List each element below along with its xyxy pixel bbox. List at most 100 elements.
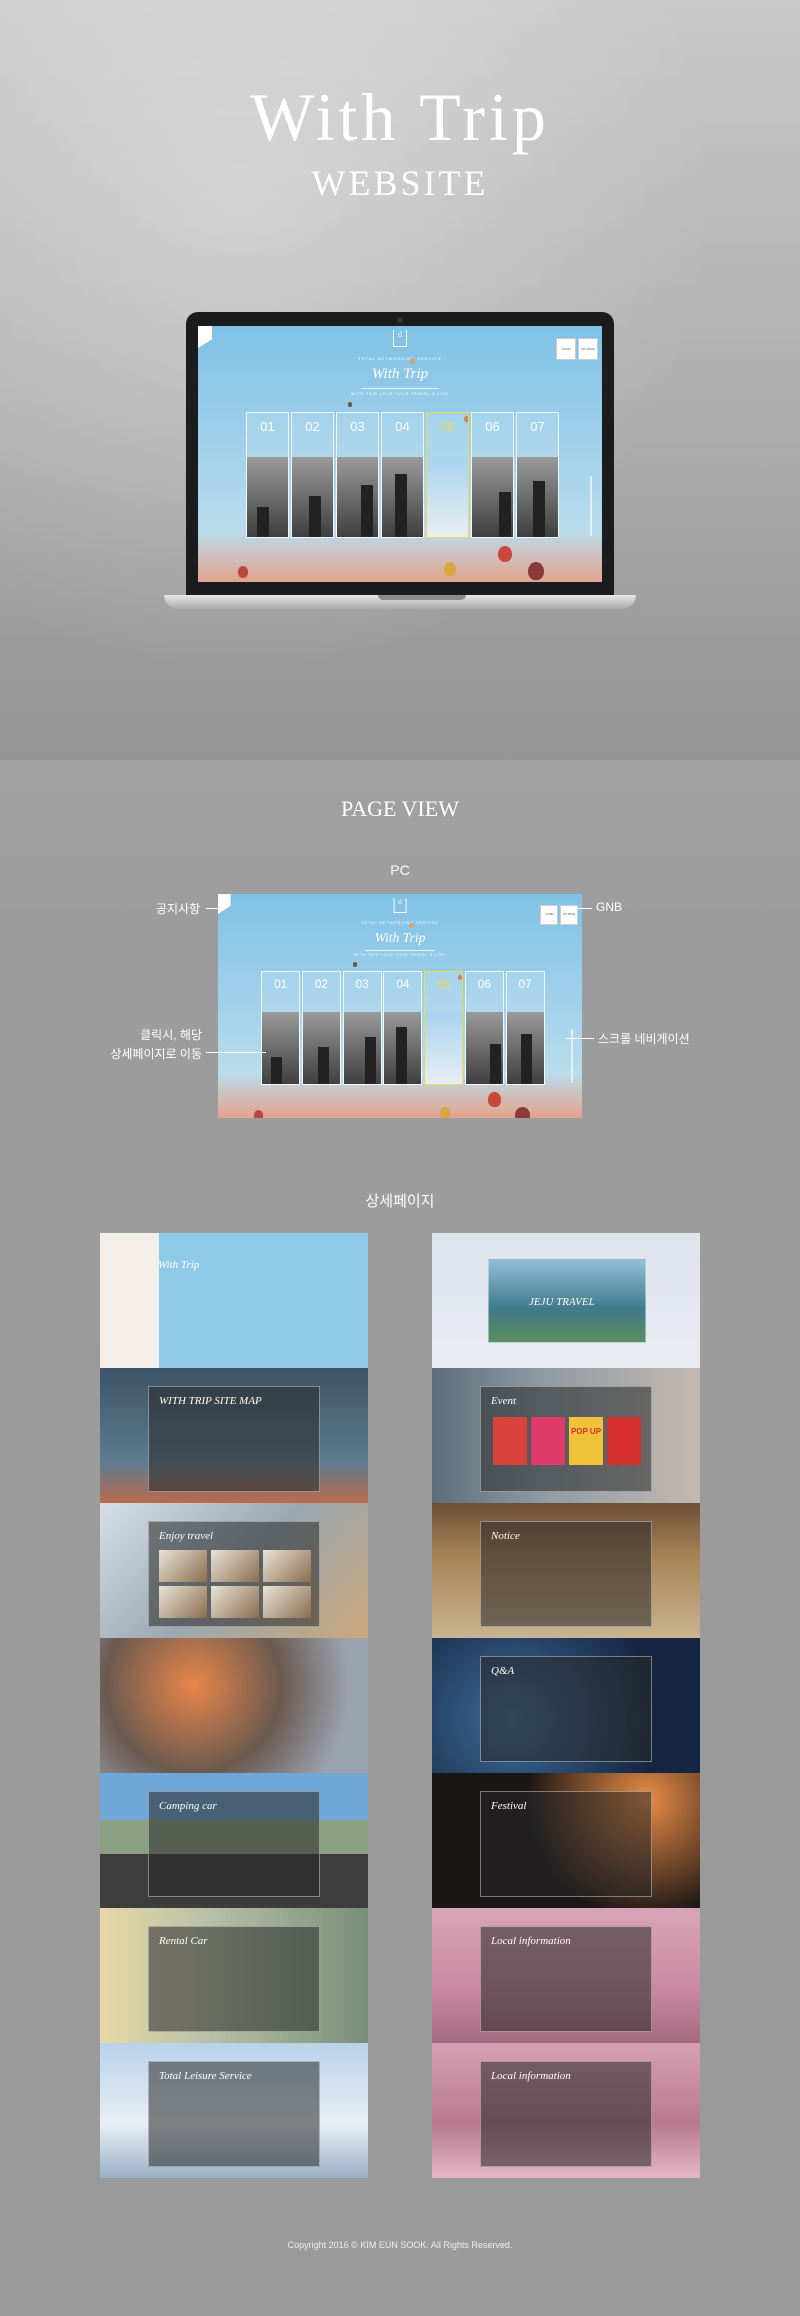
tile-number: 04 [395, 419, 410, 434]
panel-title: With Trip [158, 1259, 200, 1271]
gallery-image[interactable] [211, 1550, 259, 1582]
content-panel: Local information [480, 2061, 652, 2167]
event-card[interactable] [493, 1417, 527, 1465]
category-tiles: 01 02 03 04 05 06 07 [261, 971, 546, 1086]
tile-photo [343, 1012, 381, 1085]
content-panel: Total Leisure Service [148, 2061, 320, 2167]
site-logo-title: With Trip [374, 930, 426, 946]
gallery-image[interactable] [211, 1586, 259, 1618]
tile-photo [465, 1012, 503, 1085]
category-tile[interactable]: 03 [342, 971, 382, 1086]
detail-thumb-qna[interactable]: Q&A [432, 1638, 700, 1773]
panel-title: JEJU TRAVEL [529, 1296, 595, 1308]
category-tile[interactable]: 01 [261, 971, 301, 1086]
category-tiles: 01 02 03 04 05 06 07 [246, 412, 561, 538]
balloon [444, 562, 456, 576]
annotation-line [206, 1052, 266, 1053]
category-tile[interactable]: 04 [383, 971, 423, 1086]
category-tile[interactable]: 02 [301, 971, 341, 1086]
tile-number: 04 [396, 977, 410, 991]
panel-title: Q&A [491, 1665, 515, 1677]
category-tile[interactable]: 06 [471, 412, 514, 538]
category-tile[interactable]: 01 [246, 412, 289, 538]
site-logo[interactable]: ıl [393, 897, 407, 913]
content-panel: Q&A [480, 1656, 652, 1762]
annotation-line [566, 1038, 594, 1039]
annotation-click-2: 상세페이지로 이동 [110, 1047, 202, 1061]
tile-number: 01 [274, 977, 288, 991]
laptop-notch [378, 595, 466, 600]
pc-label: PC [390, 862, 410, 878]
site-logo[interactable]: ıl [393, 330, 407, 347]
content-panel: Event POP UP [480, 1386, 652, 1492]
tile-photo [337, 457, 378, 537]
category-tile[interactable]: 04 [381, 412, 424, 538]
detail-thumb-main-notice[interactable]: With Trip [100, 1233, 368, 1368]
gallery-image[interactable] [263, 1586, 311, 1618]
tile-photo [506, 1012, 544, 1085]
detail-thumb-rental-car[interactable]: Rental Car [100, 1908, 368, 2043]
balloon [410, 358, 415, 364]
tile-photo [425, 1012, 463, 1085]
camera-dot [397, 317, 403, 323]
title-underline [364, 949, 436, 951]
detail-thumb-collage[interactable] [100, 1638, 368, 1773]
panel-title: WITH TRIP SITE MAP [159, 1395, 262, 1407]
detail-thumb-enjoy-travel[interactable]: Enjoy travel [100, 1503, 368, 1638]
content-panel: Camping car [148, 1791, 320, 1897]
category-tile[interactable]: 02 [291, 412, 334, 538]
gallery-image[interactable] [159, 1550, 207, 1582]
balloon [353, 962, 357, 967]
tile-photo [384, 1012, 422, 1085]
event-card[interactable] [531, 1417, 565, 1465]
category-tile[interactable]: 03 [336, 412, 379, 538]
tile-silhouette [499, 492, 511, 537]
notice-tab[interactable] [198, 326, 212, 348]
site-kicker: TOTAL NETWORKING SERVICE [358, 356, 442, 361]
event-card[interactable] [607, 1417, 641, 1465]
category-tile[interactable]: 07 [505, 971, 545, 1086]
panel-title: Notice [491, 1530, 520, 1542]
tile-silhouette [361, 485, 373, 537]
detail-thumb-total-leisure[interactable]: Total Leisure Service [100, 2043, 368, 2178]
content-panel: Festival [480, 1791, 652, 1897]
panel-title: Camping car [159, 1800, 217, 1812]
tile-silhouette [257, 507, 269, 537]
annotation-click-1: 클릭시, 해당 [140, 1028, 202, 1042]
detail-thumb-notice[interactable]: Notice [432, 1503, 700, 1638]
detail-thumb-festival[interactable]: Festival [432, 1773, 700, 1908]
balloon [528, 562, 544, 581]
hero-subtitle: WEBSITE [311, 163, 489, 203]
content-panel: Notice [480, 1521, 652, 1627]
hero-title: With Trip [250, 79, 550, 155]
tile-number: 06 [477, 977, 491, 991]
notice-tab[interactable] [218, 894, 231, 914]
gallery-image[interactable] [159, 1586, 207, 1618]
tile-number: 05 [437, 977, 451, 991]
category-tile[interactable]: 05 [426, 412, 469, 538]
detail-title: 상세페이지 [365, 1193, 435, 1210]
balloon [254, 1110, 264, 1118]
annotation-gnb: GNB [596, 900, 623, 914]
gallery-image[interactable] [263, 1550, 311, 1582]
scroll-navigation[interactable] [590, 476, 592, 536]
category-tile[interactable]: 07 [516, 412, 559, 538]
annotation-line [574, 908, 592, 909]
detail-thumb-camping-car[interactable]: Camping car [100, 1773, 368, 1908]
detail-thumb-jeju[interactable]: JEJU TRAVEL [432, 1233, 700, 1368]
site-tagline: WITH TRIP LOVE YOUR TRAVEL & LIFE [351, 392, 449, 396]
annotation-line [206, 908, 224, 909]
content-panel: WITH TRIP SITE MAP [148, 1386, 320, 1492]
tile-photo [382, 457, 423, 537]
panel-title: Event [491, 1395, 517, 1407]
detail-thumb-event[interactable]: Event POP UP [432, 1368, 700, 1503]
category-tile[interactable]: 06 [464, 971, 504, 1086]
category-tile[interactable]: 05 [424, 971, 464, 1086]
detail-thumb-local-info-map[interactable]: Local information [432, 1908, 700, 2043]
tile-photo [302, 1012, 340, 1085]
laptop-screen: ıl LOGIN MY PAGE TOTAL NETWORKING SERVICE Wi… [198, 326, 602, 582]
tile-photo [262, 1012, 300, 1085]
event-card[interactable]: POP UP [569, 1417, 603, 1465]
detail-thumb-sitemap[interactable]: WITH TRIP SITE MAP [100, 1368, 368, 1503]
detail-thumb-local-info-list[interactable]: Local information [432, 2043, 700, 2178]
